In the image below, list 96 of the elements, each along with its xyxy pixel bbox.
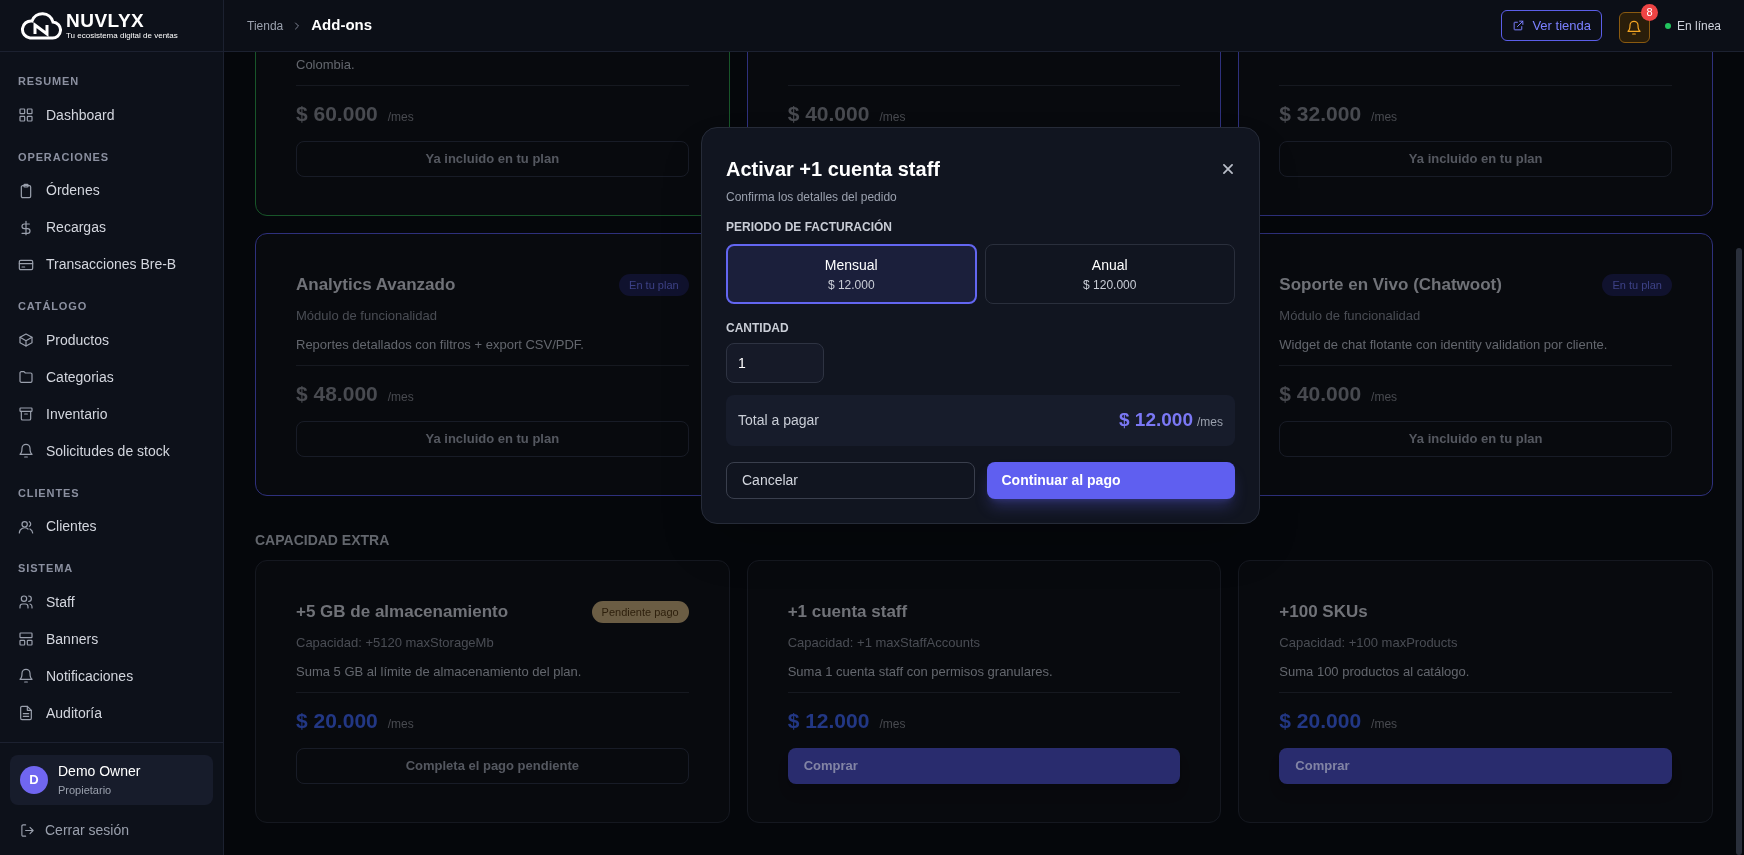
status-label: En línea [1676,17,1721,35]
price-period: /mes [879,108,906,126]
bell-icon [18,443,34,459]
view-store-button[interactable]: Ver tienda [1501,10,1602,41]
cancel-button[interactable]: Cancelar [726,462,975,499]
section-label: CATÁLOGO [17,299,89,314]
nav-item[interactable]: Órdenes [9,172,214,209]
nav-item[interactable]: Dashboard [9,96,214,134]
card-title: +5 GB de almacenamiento [296,601,509,623]
close-icon [1221,162,1235,176]
team-icon [18,594,34,610]
document-icon [18,705,34,721]
price-period: /mes [1371,108,1398,126]
price: $ 20.000 [296,707,378,734]
bell-icon [18,668,34,684]
folder-icon [18,369,34,385]
card-description: Reportes detallados con filtros + export CSV/PDF. [296,336,585,354]
card-subtitle: Capacidad: +1 maxStaffAccounts [787,633,981,652]
card-description: Suma 5 GB al límite de almacenamiento del plan. [296,663,583,681]
price-period: /mes [1371,388,1398,406]
grid-icon [18,107,34,123]
section-label: SISTEMA [17,561,75,576]
user-card[interactable]: D Demo Owner Propietario [10,755,213,805]
quantity-field[interactable]: 1 [726,343,824,383]
card-title: +1 cuenta staff [787,601,908,623]
breadcrumb-link[interactable]: Tienda [247,16,284,35]
field-label: PERIODO DE FACTURACIÓN [726,218,893,236]
price-period: /mes [387,108,414,126]
total-period: /mes [1197,414,1223,432]
dollar-icon [18,219,34,236]
section-label: OPERACIONES [17,149,110,165]
total-amount: $ 12.000 [1119,408,1193,433]
card-subtitle: Módulo de funcionalidad [296,306,438,325]
dialog-subtitle: Confirma los detalles del pedido [726,189,898,206]
nav-item[interactable]: Transacciones Bre-B [9,246,214,283]
user-name: Demo Owner [58,762,141,782]
card-title: Soporte en Vivo (Chatwoot) [1279,274,1502,296]
price-period: /mes [387,388,414,406]
cloud-logo-icon [20,11,62,40]
nav-item[interactable]: Auditoría [9,694,214,732]
price-period: /mes [879,715,906,733]
status-badge: Pendiente pago [591,600,689,623]
nav-item[interactable]: Inventario [9,395,214,433]
cube-icon [18,332,34,348]
nav-item[interactable]: Recargas [9,209,214,246]
scrollbar-thumb[interactable] [1736,248,1742,855]
card-description: Widget de chat flotante con identity validation por cliente. [1279,336,1609,354]
billing-option[interactable]: Anual $ 120.000 [984,244,1235,304]
section-label: CLIENTES [17,485,81,501]
continue-button[interactable]: Continuar al pago [986,462,1235,499]
nav-item[interactable]: Productos [9,321,214,359]
price: $ 20.000 [1279,707,1362,734]
close-button[interactable] [1221,162,1235,176]
billing-option[interactable]: Mensual $ 12.000 [726,244,977,304]
archive-icon [18,406,34,422]
dialog-title: Activar +1 cuenta staff [726,157,940,182]
clipboard-icon [18,182,34,199]
status-badge: En tu plan [619,273,689,296]
price: $ 60.000 [296,100,378,127]
card-subtitle: Capacidad: +100 maxProducts [1279,633,1459,652]
section-heading: CAPACIDAD EXTRA [255,531,391,550]
layout-icon [18,631,34,647]
card-description: Suma 100 productos al catálogo. [1279,663,1471,681]
card-title: Analytics Avanzado [296,274,456,296]
total-label: Total a pagar [738,411,819,430]
price: $ 12.000 [787,707,870,734]
nav-item[interactable]: Clientes [9,508,214,545]
logout-icon [20,822,35,838]
price: $ 32.000 [1279,100,1362,127]
users-icon [18,518,34,535]
nav-item[interactable]: Categorias [9,358,214,396]
card-subtitle: Módulo de funcionalidad [1279,306,1422,325]
price-period: /mes [387,715,414,733]
card-description: Colombia. [296,56,356,74]
card-title: +100 SKUs [1279,601,1368,623]
external-link-icon [1512,19,1526,32]
nav-item[interactable]: Banners [9,620,214,658]
card-description: Suma 1 cuenta staff con permisos granulares. [787,663,1054,681]
price: $ 40.000 [1279,380,1362,407]
nav-item[interactable]: Staff [9,583,214,621]
price: $ 40.000 [787,100,870,127]
page-title: Add-ons [311,15,373,36]
section-label: RESUMEN [17,74,81,89]
price: $ 48.000 [296,380,378,407]
user-role: Propietario [58,783,113,799]
logout-link[interactable]: Cerrar sesión [10,815,213,845]
user-avatar: D [20,766,48,794]
status-badge: En tu plan [1602,273,1672,296]
logo-wordmark: NUVLYX [66,11,146,30]
logo-tagline: Tu ecosistema digital de ventas [66,32,178,40]
nav-item[interactable]: Solicitudes de stock [9,432,214,470]
bell-icon [1626,19,1643,36]
price-period: /mes [1371,715,1398,733]
field-label: CANTIDAD [726,320,790,337]
card-subtitle: Capacidad: +5120 maxStorageMb [296,633,495,652]
nav-item[interactable]: Notificaciones [9,657,214,695]
